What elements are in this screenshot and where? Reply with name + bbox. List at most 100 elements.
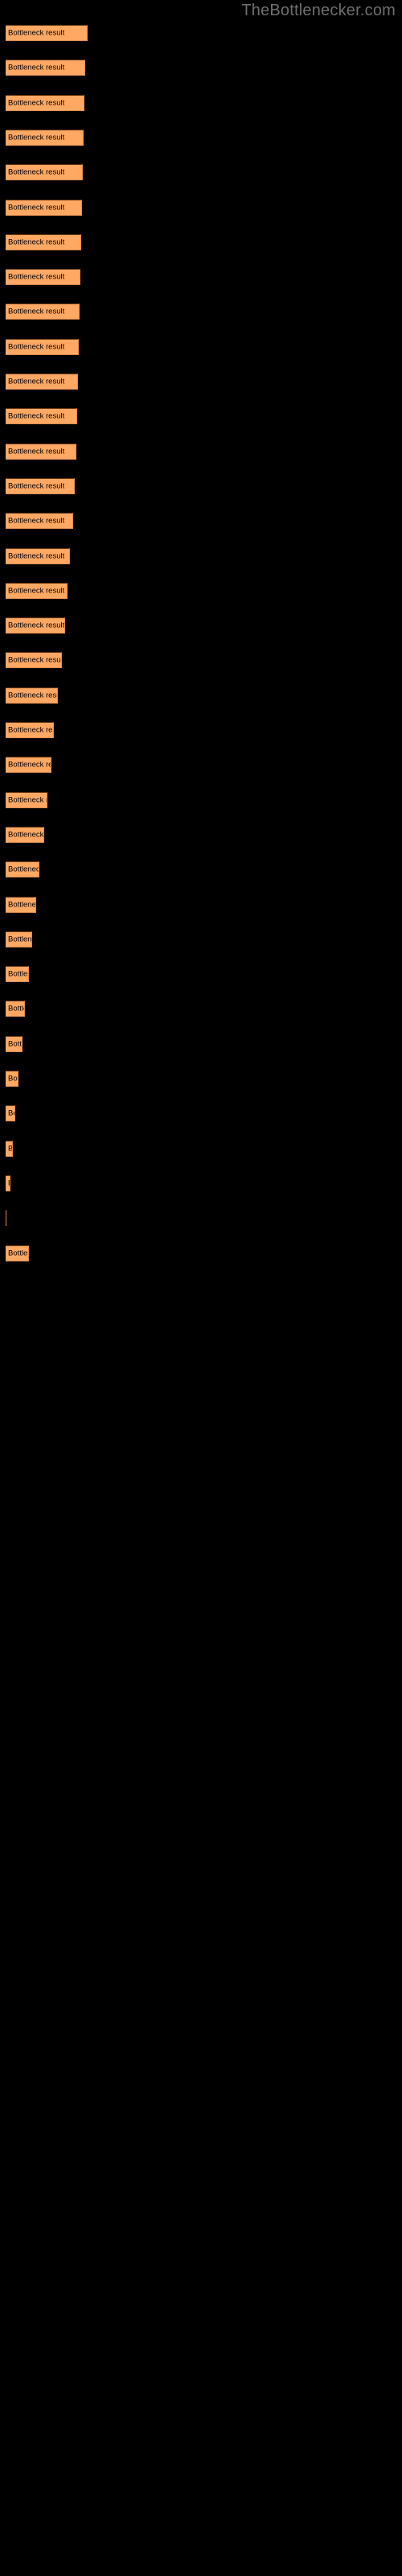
bar-row: Bottleneck result [0, 477, 402, 513]
bar-row: Bottleneck result [0, 303, 402, 338]
bar-label: Bottleneck result [8, 447, 65, 456]
bar-row: Bottleneck result [0, 25, 402, 60]
bottleneck-bar-chart: TheBottlenecker.com Bottleneck result Bot… [0, 0, 402, 2576]
bar[interactable]: Bottleneck result [6, 791, 47, 808]
bar[interactable]: Bottleneck result [6, 199, 82, 216]
bar[interactable]: Bottleneck result [6, 861, 39, 878]
bar[interactable]: Bottleneck result [6, 513, 73, 530]
bar[interactable]: Bottleneck result [6, 303, 80, 320]
bar[interactable]: Bottleneck result [6, 1245, 29, 1261]
bar-label: Bottleneck result [8, 167, 65, 177]
bar[interactable]: Bottleneck result [6, 94, 84, 111]
bar-label: Bottleneck result [8, 969, 28, 979]
bar[interactable]: Bottleneck result [6, 269, 80, 286]
bar[interactable]: Bottleneck result [6, 896, 36, 913]
bar-label: Bottleneck result [8, 621, 65, 630]
bar-label: Bottleneck result [8, 795, 47, 805]
bar-label: Bottleneck result [8, 1144, 13, 1154]
bar-label: Bottleneck result [8, 865, 39, 874]
bar-label: Bottleneck result [8, 481, 65, 491]
bar-label: Bottleneck result [8, 1074, 18, 1084]
bar[interactable]: Bottleneck result [6, 652, 62, 669]
bar-label: Bottleneck result [8, 1179, 10, 1187]
bar[interactable]: Bottleneck result [6, 931, 32, 947]
bar[interactable]: Bottleneck result [6, 722, 54, 738]
bar-row: Bottleneck result [0, 1245, 402, 1280]
bar-row: Bottleneck result [0, 1105, 402, 1140]
bar-row: Bottleneck result [0, 617, 402, 652]
bar[interactable]: Bottleneck result [6, 826, 44, 843]
bar[interactable]: Bottleneck result [6, 757, 51, 774]
bar-row: Bottleneck result [0, 966, 402, 1001]
bar[interactable]: Bottleneck result [6, 25, 88, 41]
bar-row: Bottleneck result [0, 1035, 402, 1071]
bar-label: Bottleneck result [8, 1249, 28, 1257]
bar-row: Bottleneck result [0, 199, 402, 234]
bar-row: Bottleneck result [0, 269, 402, 303]
bar-label: Bottleneck result [8, 203, 65, 212]
site-watermark: TheBottlenecker.com [241, 2, 396, 19]
bar-row: Bottleneck result [0, 1001, 402, 1035]
bar-row: Bottleneck result [0, 513, 402, 547]
bar-label: Bottleneck result [8, 28, 65, 38]
bar[interactable]: Bottleneck result [6, 617, 65, 634]
bar-row: Bottleneck result [0, 1140, 402, 1175]
bar-row: Bottleneck result [0, 547, 402, 583]
bar-label: Bottleneck result [8, 63, 65, 72]
bar[interactable]: Bottleneck result [6, 966, 29, 983]
bar[interactable]: Bottleneck result [6, 1105, 15, 1122]
bar[interactable]: Bottleneck result [6, 164, 83, 181]
bar-label: Bottleneck result [8, 551, 65, 560]
bar-row: Bottleneck result [0, 687, 402, 722]
bar-row: Bottleneck result [0, 338, 402, 374]
bar-row: Bottleneck result [0, 1174, 402, 1210]
bar-row: Bottleneck result [0, 896, 402, 931]
bar[interactable]: Bottleneck result [6, 129, 84, 146]
bar-row: Bottleneck result [0, 757, 402, 791]
bar[interactable]: Bottleneck result [6, 338, 79, 355]
bar[interactable]: Bottleneck result [6, 408, 77, 425]
bar-row: Bottleneck result [0, 129, 402, 164]
bar-label: Bottleneck result [8, 830, 44, 840]
bar-label: Bottleneck result [8, 377, 65, 386]
bar-row: Bottleneck result [0, 722, 402, 757]
bar-label: Bottleneck result [8, 342, 65, 352]
bar-label: Bottleneck result [8, 725, 53, 735]
bar-row: Bottleneck result [0, 408, 402, 443]
bar[interactable]: Bottleneck result [6, 582, 68, 599]
bar-label: Bottleneck result [8, 760, 51, 770]
bar-row: Bottleneck result [0, 1210, 402, 1245]
bar-label: Bottleneck result [8, 98, 65, 108]
bar-row: Bottleneck result [0, 60, 402, 94]
bar-label: Bottleneck result [8, 1039, 23, 1049]
bar-label: Bottleneck result [8, 1004, 24, 1013]
bar[interactable]: Bottleneck result [6, 547, 70, 564]
bar-row: Bottleneck result [0, 94, 402, 130]
bar[interactable]: Bottleneck result [6, 1035, 23, 1052]
bar-label: Bottleneck result [8, 307, 65, 316]
bar[interactable]: Bottleneck result [6, 477, 75, 494]
bar-row: Bottleneck result [0, 861, 402, 896]
bar-row: Bottleneck result [0, 931, 402, 966]
bar[interactable]: Bottleneck result [6, 1071, 18, 1087]
bar[interactable]: Bottleneck result [6, 1140, 13, 1157]
bar-row: Bottleneck result [0, 443, 402, 478]
bar[interactable]: Bottleneck result [6, 374, 78, 390]
bar-label: Bottleneck result [8, 1108, 14, 1118]
bar[interactable]: Bottleneck result [6, 60, 85, 76]
bar-label: Bottleneck result [8, 237, 65, 247]
bar-label: Bottleneck result [8, 133, 65, 142]
bar-label: Bottleneck result [8, 935, 32, 944]
bar-label: Bottleneck result [8, 272, 65, 282]
bar-label: Bottleneck result [8, 900, 36, 909]
bar[interactable]: Bottleneck result [6, 233, 81, 250]
bar-label: Bottleneck result [8, 411, 65, 421]
bar-row: Bottleneck result [0, 374, 402, 408]
bar-label: Bottleneck result [8, 516, 65, 526]
bar[interactable]: Bottleneck result [6, 443, 76, 460]
bar[interactable]: Bottleneck result [6, 687, 58, 704]
bar-label: Bottleneck result [8, 586, 65, 596]
bar[interactable]: Bottleneck result [6, 1001, 25, 1018]
bar-row: Bottleneck result [0, 582, 402, 617]
bar[interactable]: Bottleneck result [6, 1174, 10, 1191]
